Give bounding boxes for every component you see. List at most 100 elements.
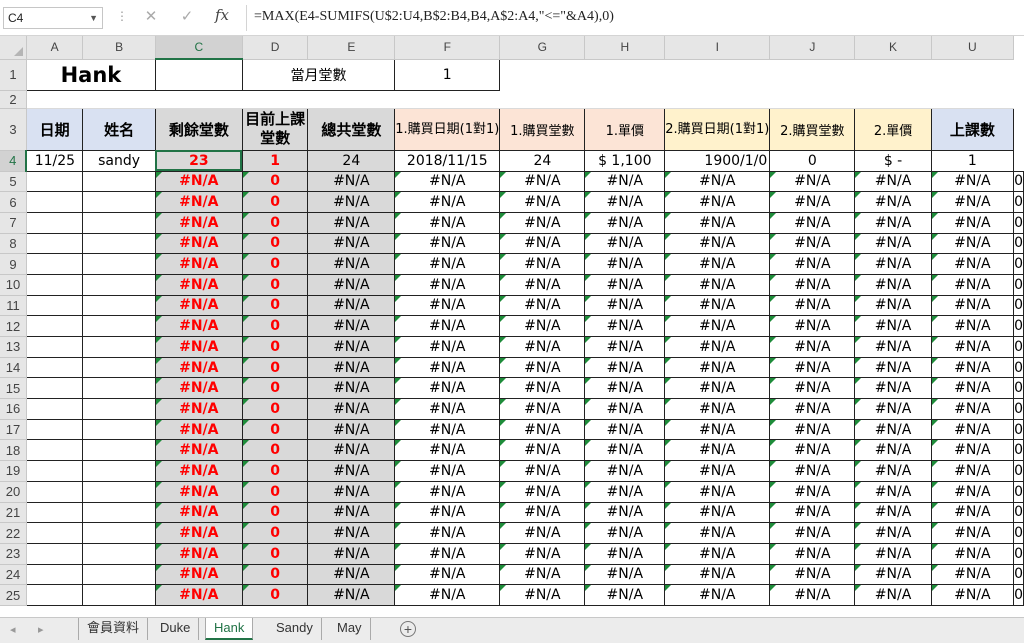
formula-cell[interactable]: #N/A <box>307 439 396 462</box>
cell[interactable] <box>82 273 156 296</box>
formula-cell[interactable]: #N/A <box>584 398 666 420</box>
current-cell[interactable]: 0 <box>241 294 309 317</box>
header-name[interactable]: 姓名 <box>82 107 156 151</box>
formula-cell[interactable]: #N/A <box>769 501 856 524</box>
formula-cell[interactable]: #N/A <box>394 191 501 213</box>
formula-cell[interactable]: #N/A <box>394 542 501 565</box>
classes-cell[interactable]: 0 <box>1013 170 1024 193</box>
chevron-down-icon[interactable]: ▼ <box>89 8 98 28</box>
formula-cell[interactable]: #N/A <box>499 480 586 503</box>
current-cell[interactable]: 0 <box>241 191 309 213</box>
remaining-cell[interactable]: #N/A <box>154 584 243 606</box>
sheet-tab[interactable]: 會員資料 <box>78 618 149 640</box>
formula-cell[interactable]: #N/A <box>394 584 501 606</box>
remaining-cell[interactable]: #N/A <box>154 418 243 441</box>
row-header[interactable]: 3 <box>0 108 27 151</box>
current-cell[interactable]: 0 <box>241 253 309 275</box>
remaining-cell[interactable]: #N/A <box>154 294 243 317</box>
formula-cell[interactable]: #N/A <box>854 522 932 544</box>
formula-cell[interactable]: #N/A <box>930 460 1015 482</box>
formula-cell[interactable]: #N/A <box>769 377 856 400</box>
formula-cell[interactable]: #N/A <box>769 253 856 275</box>
formula-cell[interactable]: #N/A <box>394 480 501 503</box>
total-cell[interactable]: 24 <box>307 149 396 172</box>
cell[interactable] <box>82 232 156 255</box>
cell[interactable] <box>25 191 84 213</box>
formula-cell[interactable]: #N/A <box>930 398 1015 420</box>
classes-cell[interactable]: 0 <box>1013 356 1024 379</box>
remaining-cell[interactable]: #N/A <box>154 501 243 524</box>
cell[interactable] <box>25 170 84 193</box>
formula-cell[interactable]: #N/A <box>307 315 396 337</box>
cell[interactable] <box>25 460 84 482</box>
formula-cell[interactable]: #N/A <box>854 460 932 482</box>
formula-cell[interactable]: #N/A <box>930 170 1015 193</box>
formula-cell[interactable]: #N/A <box>394 336 501 358</box>
remaining-cell[interactable]: #N/A <box>154 398 243 420</box>
remaining-cell[interactable]: #N/A <box>154 191 243 213</box>
formula-cell[interactable]: #N/A <box>769 315 856 337</box>
cell[interactable] <box>25 377 84 400</box>
formula-cell[interactable]: #N/A <box>394 253 501 275</box>
formula-cell[interactable]: #N/A <box>307 542 396 565</box>
formula-cell[interactable]: #N/A <box>584 522 666 544</box>
header-total[interactable]: 總共堂數 <box>307 107 396 151</box>
formula-cell[interactable]: #N/A <box>769 356 856 379</box>
formula-cell[interactable]: #N/A <box>854 584 932 606</box>
cell[interactable] <box>82 211 156 234</box>
remaining-cell[interactable]: 23 <box>154 149 243 172</box>
formula-cell[interactable]: #N/A <box>584 584 666 606</box>
cell[interactable] <box>82 356 156 379</box>
formula-cell[interactable]: #N/A <box>664 584 771 606</box>
row-header[interactable]: 11 <box>0 295 27 317</box>
cell[interactable] <box>25 418 84 441</box>
formula-cell[interactable]: #N/A <box>769 398 856 420</box>
current-cell[interactable]: 0 <box>241 522 309 544</box>
cell[interactable] <box>26 90 1014 109</box>
formula-cell[interactable]: #N/A <box>930 584 1015 606</box>
cell[interactable] <box>25 439 84 462</box>
current-cell[interactable]: 0 <box>241 584 309 606</box>
classes-cell[interactable]: 0 <box>1013 522 1024 544</box>
classes-cell[interactable]: 0 <box>1013 480 1024 503</box>
cell[interactable] <box>25 315 84 337</box>
current-cell[interactable]: 1 <box>241 149 309 172</box>
classes-cell[interactable]: 0 <box>1013 294 1024 317</box>
formula-cell[interactable]: #N/A <box>584 315 666 337</box>
cell[interactable] <box>82 501 156 524</box>
select-all-button[interactable] <box>0 36 27 60</box>
row-header[interactable]: 4 <box>0 150 28 172</box>
cell[interactable] <box>82 563 156 586</box>
formula-cell[interactable]: #N/A <box>307 356 396 379</box>
formula-cell[interactable]: #N/A <box>664 542 771 565</box>
formula-cell[interactable]: #N/A <box>584 563 666 586</box>
remaining-cell[interactable]: #N/A <box>154 336 243 358</box>
formula-cell[interactable]: #N/A <box>394 439 501 462</box>
sheet-tab[interactable]: May <box>329 618 371 640</box>
formula-cell[interactable]: #N/A <box>499 294 586 317</box>
cell[interactable] <box>25 563 84 586</box>
formula-cell[interactable]: #N/A <box>394 356 501 379</box>
row-header[interactable]: 22 <box>0 522 27 544</box>
cell[interactable] <box>82 480 156 503</box>
formula-cell[interactable]: #N/A <box>664 480 771 503</box>
formula-cell[interactable]: #N/A <box>499 584 586 606</box>
formula-cell[interactable]: #N/A <box>664 315 771 337</box>
formula-cell[interactable]: #N/A <box>854 563 932 586</box>
formula-cell[interactable]: #N/A <box>854 398 932 420</box>
current-cell[interactable]: 0 <box>241 563 309 586</box>
formula-cell[interactable]: #N/A <box>499 356 586 379</box>
formula-cell[interactable]: #N/A <box>854 253 932 275</box>
formula-cell[interactable]: #N/A <box>664 191 771 213</box>
formula-cell[interactable]: #N/A <box>664 501 771 524</box>
formula-cell[interactable]: #N/A <box>854 232 932 255</box>
formula-cell[interactable]: #N/A <box>930 191 1015 213</box>
formula-cell[interactable]: #N/A <box>307 398 396 420</box>
row-header[interactable]: 10 <box>0 274 27 296</box>
remaining-cell[interactable]: #N/A <box>154 356 243 379</box>
row-header[interactable]: 6 <box>0 191 27 213</box>
remaining-cell[interactable]: #N/A <box>154 522 243 544</box>
formula-cell[interactable]: #N/A <box>584 294 666 317</box>
formula-cell[interactable]: #N/A <box>664 522 771 544</box>
formula-cell[interactable]: #N/A <box>499 170 586 193</box>
